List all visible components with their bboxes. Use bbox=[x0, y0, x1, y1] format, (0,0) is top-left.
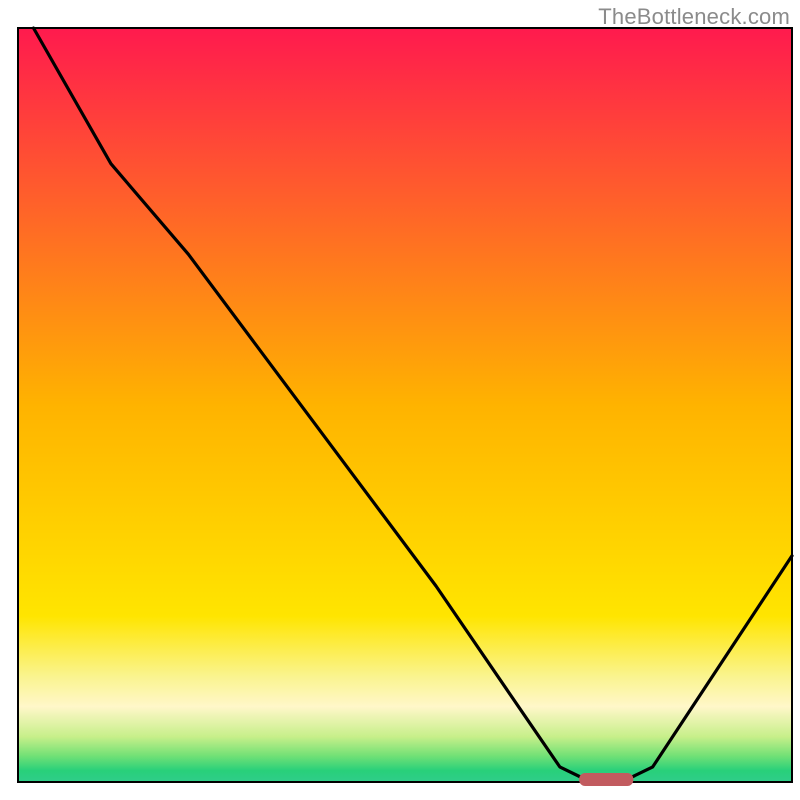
bottleneck-chart bbox=[0, 0, 800, 800]
plot-background bbox=[18, 28, 792, 782]
chart-stage: TheBottleneck.com bbox=[0, 0, 800, 800]
optimum-marker bbox=[579, 773, 633, 786]
watermark-text: TheBottleneck.com bbox=[598, 4, 790, 30]
